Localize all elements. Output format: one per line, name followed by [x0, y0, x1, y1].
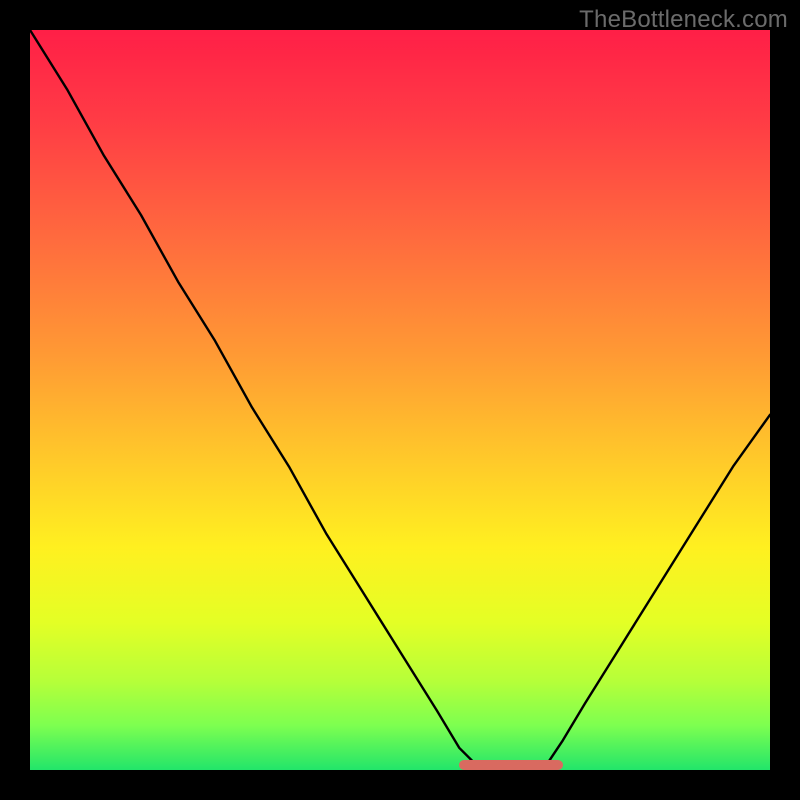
plot-area — [30, 30, 770, 770]
chart-frame: TheBottleneck.com — [0, 0, 800, 800]
optimal-range-marker — [459, 760, 563, 770]
watermark-text: TheBottleneck.com — [579, 6, 788, 34]
bottleneck-curve — [30, 30, 770, 770]
